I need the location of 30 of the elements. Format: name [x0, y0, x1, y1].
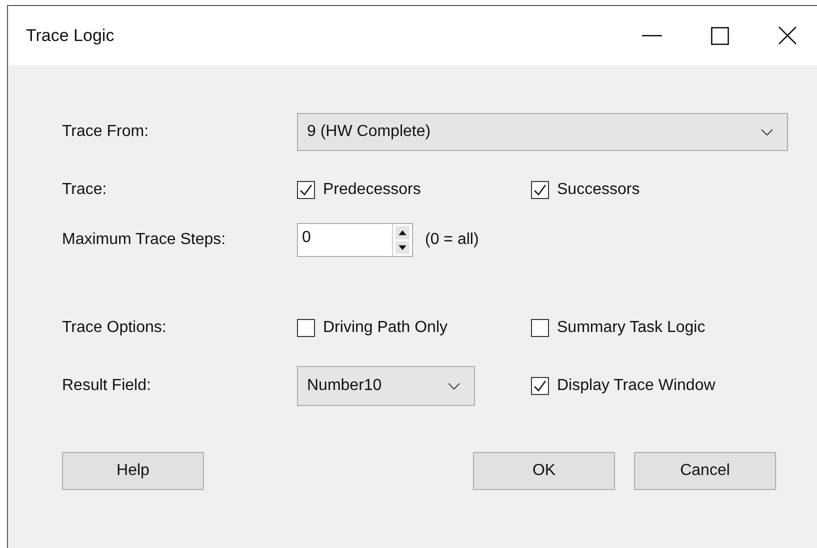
checkbox[interactable] [297, 319, 315, 337]
checkbox-option[interactable]: Successors [531, 181, 640, 199]
field-label: Trace: [62, 181, 108, 199]
checkbox[interactable] [297, 181, 315, 199]
field-label: Maximum Trace Steps: [62, 231, 227, 249]
chevron-down-icon [448, 382, 460, 390]
minimize-icon[interactable] [642, 34, 662, 36]
checkbox-option[interactable]: Driving Path Only [297, 319, 531, 337]
spin-down-icon[interactable] [395, 240, 410, 254]
checkbox[interactable] [531, 377, 549, 395]
spin-up-icon[interactable] [395, 226, 410, 240]
window-title: Trace Logic [26, 26, 114, 46]
field-label: Trace Options: [62, 319, 168, 337]
help-button[interactable]: Help [62, 452, 204, 490]
trace-from-dropdown[interactable]: 9 (HW Complete) [297, 113, 788, 151]
field-label: Trace From: [62, 123, 150, 141]
result-field-dropdown[interactable]: Number10 [297, 366, 475, 406]
cancel-button[interactable]: Cancel [634, 452, 776, 490]
checkbox-option[interactable]: Display Trace Window [531, 377, 716, 395]
ok-button[interactable]: OK [473, 452, 615, 490]
checkbox[interactable] [531, 319, 549, 337]
trace-steps-spinner[interactable]: 0 [297, 223, 413, 257]
chevron-down-icon [761, 128, 773, 136]
checkbox-option[interactable]: Summary Task Logic [531, 319, 706, 337]
hint-text: (0 = all) [425, 231, 479, 249]
close-icon[interactable] [778, 26, 797, 45]
checkbox-option[interactable]: Predecessors [297, 181, 531, 199]
field-label: Result Field: [62, 377, 152, 395]
maximize-icon[interactable] [711, 26, 729, 44]
checkbox[interactable] [531, 181, 549, 199]
